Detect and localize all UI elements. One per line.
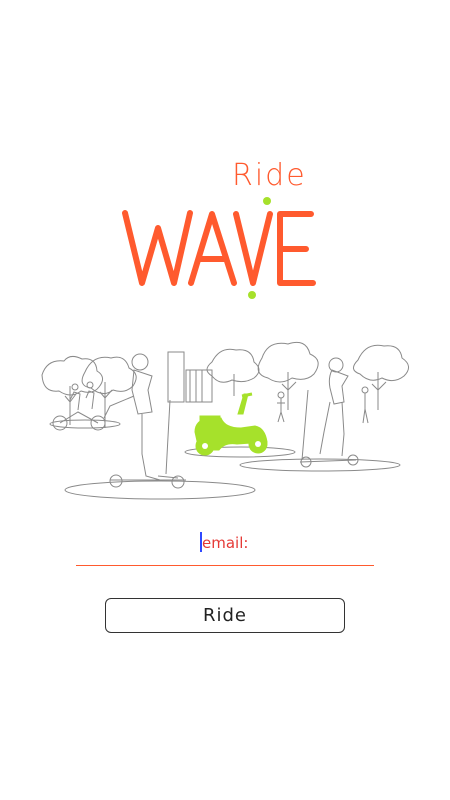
logo-wave-mark xyxy=(122,197,316,299)
email-label: email: xyxy=(202,534,249,552)
city-scooter-illustration xyxy=(41,341,409,500)
ride-button[interactable]: Ride xyxy=(105,598,345,633)
email-field-container[interactable]: email: xyxy=(76,528,378,567)
